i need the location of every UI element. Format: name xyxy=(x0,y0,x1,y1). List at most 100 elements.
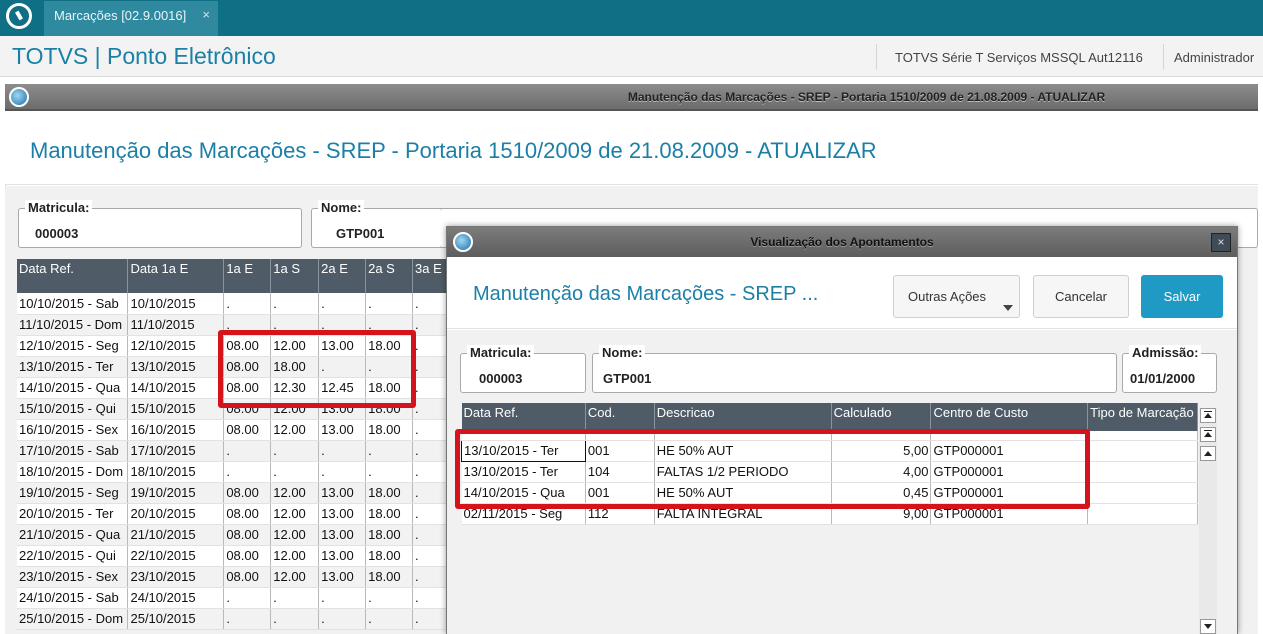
table-row[interactable]: 25/10/2015 - Dom 25/10/2015..... xyxy=(17,608,447,630)
dialog-matricula-field[interactable]: Matricula: 000003 xyxy=(460,345,586,393)
table-cell[interactable]: . xyxy=(412,524,447,546)
table-cell[interactable]: 13.00 xyxy=(318,419,367,441)
table-cell[interactable]: 12/10/2015 xyxy=(127,335,225,357)
table-cell[interactable]: 13.00 xyxy=(318,545,367,567)
grid-column-header[interactable]: 1a E xyxy=(223,259,272,293)
table-cell[interactable]: . xyxy=(412,587,447,609)
table-cell[interactable]: . xyxy=(412,356,447,378)
table-cell[interactable]: 13/10/2015 - Ter xyxy=(17,356,129,378)
table-cell[interactable]: 15/10/2015 - Qui xyxy=(17,398,129,420)
table-cell[interactable]: 18.00 xyxy=(365,503,414,525)
vertical-scrollbar[interactable] xyxy=(1199,408,1217,634)
table-row[interactable]: 19/10/2015 - Seg 19/10/2015 08.00 12.00 13.0… xyxy=(17,482,447,504)
table-cell[interactable]: 19/10/2015 xyxy=(127,482,225,504)
table-row[interactable]: 22/10/2015 - Qui 22/10/2015 08.00 12.00 13.0… xyxy=(17,545,447,567)
table-cell[interactable]: . xyxy=(270,608,320,630)
table-cell[interactable]: 18/10/2015 xyxy=(127,461,225,483)
dialog-grid-column-header[interactable]: Tipo de Marcação xyxy=(1087,403,1198,431)
table-cell[interactable] xyxy=(1087,503,1198,525)
table-cell[interactable]: . xyxy=(412,419,447,441)
table-cell[interactable]: . xyxy=(412,503,447,525)
table-cell[interactable] xyxy=(1087,440,1198,462)
table-cell[interactable]: 08.00 xyxy=(223,503,272,525)
table-cell[interactable]: . xyxy=(270,293,320,315)
table-cell[interactable]: 22/10/2015 xyxy=(127,545,225,567)
table-cell[interactable]: 08.00 xyxy=(223,524,272,546)
table-cell[interactable]: . xyxy=(318,293,367,315)
table-cell[interactable]: . xyxy=(412,377,447,399)
table-row[interactable]: 21/10/2015 - Qua 21/10/2015 08.00 12.00 13.0… xyxy=(17,524,447,546)
table-cell[interactable]: . xyxy=(270,440,320,462)
company-selector[interactable]: TOTVS Série T Serviços MSSQL Aut12116 xyxy=(876,44,1164,70)
table-cell[interactable]: . xyxy=(318,461,367,483)
scroll-top-icon[interactable] xyxy=(1200,408,1216,423)
table-cell[interactable]: . xyxy=(270,587,320,609)
table-cell[interactable]: . xyxy=(412,335,447,357)
table-cell[interactable]: . xyxy=(223,587,272,609)
cancel-button[interactable]: Cancelar xyxy=(1033,275,1129,318)
table-cell[interactable]: 18.00 xyxy=(365,545,414,567)
dialog-admissao-field[interactable]: Admissão: 01/01/2000 xyxy=(1122,345,1217,393)
table-row[interactable]: 24/10/2015 - Sab 24/10/2015..... xyxy=(17,587,447,609)
table-cell[interactable]: 08.00 xyxy=(223,482,272,504)
scroll-page-up-icon[interactable] xyxy=(1200,427,1216,442)
table-cell[interactable]: 10/10/2015 - Sab xyxy=(17,293,129,315)
table-cell[interactable]: 16/10/2015 xyxy=(127,419,225,441)
table-cell[interactable]: . xyxy=(365,461,414,483)
grid-column-header[interactable]: 3a E xyxy=(412,259,447,293)
table-cell[interactable]: . xyxy=(318,608,367,630)
table-cell[interactable]: 21/10/2015 xyxy=(127,524,225,546)
table-cell[interactable]: 23/10/2015 xyxy=(127,566,225,588)
dialog-grid-column-header[interactable]: Descricao xyxy=(654,403,832,431)
grid-column-header[interactable]: 2a E xyxy=(318,259,367,293)
grid-column-header[interactable]: 2a S xyxy=(365,259,414,293)
table-row[interactable]: 16/10/2015 - Sex 16/10/2015 08.00 12.00 13.0… xyxy=(17,419,447,441)
table-cell[interactable]: . xyxy=(412,545,447,567)
scroll-up-icon[interactable] xyxy=(1200,446,1216,461)
table-cell[interactable]: 14/10/2015 - Qua xyxy=(17,377,129,399)
table-cell[interactable]: . xyxy=(318,440,367,462)
table-cell[interactable]: 12.00 xyxy=(270,419,320,441)
table-cell[interactable]: . xyxy=(223,461,272,483)
table-cell[interactable]: 17/10/2015 xyxy=(127,440,225,462)
dialog-close-button[interactable]: × xyxy=(1211,233,1231,252)
table-cell[interactable]: . xyxy=(412,293,447,315)
dialog-grid-column-header[interactable]: Cod. xyxy=(585,403,655,431)
table-row[interactable]: 17/10/2015 - Sab 17/10/2015..... xyxy=(17,440,447,462)
table-cell[interactable]: 18/10/2015 - Dom xyxy=(17,461,129,483)
user-menu[interactable]: Administrador xyxy=(1174,50,1254,65)
table-cell[interactable]: 13.00 xyxy=(318,503,367,525)
dialog-grid-column-header[interactable]: Data Ref. xyxy=(461,403,586,431)
table-cell[interactable]: 12.00 xyxy=(270,545,320,567)
table-cell[interactable]: 11/10/2015 - Dom xyxy=(17,314,129,336)
table-row[interactable]: 23/10/2015 - Sex 23/10/2015 08.00 12.00 13.0… xyxy=(17,566,447,588)
table-cell[interactable]: . xyxy=(412,440,447,462)
table-cell[interactable]: 18.00 xyxy=(365,566,414,588)
table-row[interactable]: 10/10/2015 - Sab 10/10/2015..... xyxy=(17,293,447,315)
table-cell[interactable]: 20/10/2015 - Ter xyxy=(17,503,129,525)
table-cell[interactable]: 24/10/2015 - Sab xyxy=(17,587,129,609)
nome-field[interactable]: Nome: GTP001 xyxy=(311,200,451,248)
totvs-logo-icon[interactable] xyxy=(6,3,32,29)
table-cell[interactable]: 13.00 xyxy=(318,482,367,504)
table-cell[interactable]: . xyxy=(412,566,447,588)
table-cell[interactable]: 15/10/2015 xyxy=(127,398,225,420)
table-cell[interactable]: 12/10/2015 - Seg xyxy=(17,335,129,357)
table-cell[interactable]: 18.00 xyxy=(365,419,414,441)
dialog-grid-column-header[interactable]: Calculado xyxy=(831,403,932,431)
table-cell[interactable]: 08.00 xyxy=(223,419,272,441)
table-cell[interactable]: . xyxy=(412,314,447,336)
table-cell[interactable]: 18.00 xyxy=(365,482,414,504)
table-cell[interactable]: 20/10/2015 xyxy=(127,503,225,525)
table-cell[interactable]: . xyxy=(223,608,272,630)
table-cell[interactable]: 25/10/2015 xyxy=(127,608,225,630)
table-cell[interactable]: . xyxy=(365,440,414,462)
table-cell[interactable] xyxy=(1087,482,1198,504)
table-cell[interactable]: . xyxy=(412,398,447,420)
table-cell[interactable]: 13.00 xyxy=(318,524,367,546)
table-cell[interactable] xyxy=(1087,461,1198,483)
table-cell[interactable]: 13.00 xyxy=(318,566,367,588)
table-cell[interactable]: 08.00 xyxy=(223,566,272,588)
table-cell[interactable]: 12.00 xyxy=(270,524,320,546)
table-cell[interactable]: 12.00 xyxy=(270,566,320,588)
